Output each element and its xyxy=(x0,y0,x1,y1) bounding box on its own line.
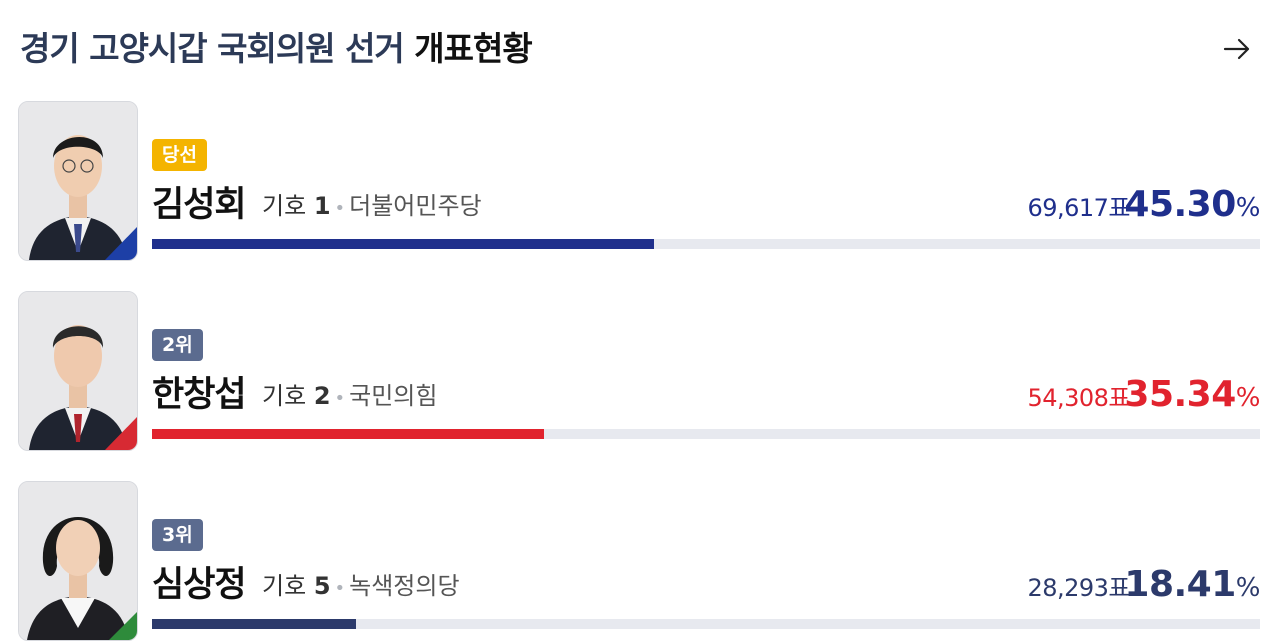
candidate-name: 김성회 xyxy=(152,185,247,225)
candidate-name: 한창섭 xyxy=(152,375,247,415)
rank-badge: 2위 xyxy=(152,329,203,361)
winner-badge: 당선 xyxy=(152,139,207,171)
candidate-row[interactable]: 당선 김성회 기호 1 • 더불어민주당 69,617표 45.30% xyxy=(18,101,1261,261)
candidate-meta: 기호 5 • 녹색정의당 xyxy=(262,572,460,600)
title-status: 개표현황 xyxy=(414,29,532,68)
candidate-photo xyxy=(18,101,138,261)
party-name: 더불어민주당 xyxy=(349,192,482,220)
vote-bar-track xyxy=(152,429,1260,439)
candidate-photo xyxy=(18,481,138,641)
vote-bar-fill xyxy=(152,239,654,249)
percent-value: 35.34 xyxy=(1124,374,1236,415)
candidate-name: 심상정 xyxy=(152,565,247,605)
vote-count: 54,308표 xyxy=(1027,384,1130,412)
title-region: 경기 고양시갑 국회의원 선거 xyxy=(20,29,415,68)
header: 경기 고양시갑 국회의원 선거 개표현황 xyxy=(20,24,1260,74)
percent-value: 45.30 xyxy=(1124,184,1236,225)
page-title: 경기 고양시갑 국회의원 선거 개표현황 xyxy=(20,24,1260,74)
vote-percent: 45.30% xyxy=(1124,181,1260,232)
candidate-photo xyxy=(18,291,138,451)
party-name: 국민의힘 xyxy=(349,382,438,410)
percent-unit: % xyxy=(1235,573,1261,603)
percent-unit: % xyxy=(1235,383,1261,413)
arrow-right-icon[interactable] xyxy=(1222,34,1252,64)
ballot-number: 1 xyxy=(313,192,331,220)
percent-unit: % xyxy=(1235,193,1261,223)
number-label: 기호 xyxy=(262,382,307,410)
candidate-row[interactable]: 3위 심상정 기호 5 • 녹색정의당 28,293표 18.41% xyxy=(18,481,1261,641)
vote-percent: 18.41% xyxy=(1124,561,1260,612)
vote-bar-fill xyxy=(152,429,544,439)
vote-percent: 35.34% xyxy=(1124,371,1260,422)
number-label: 기호 xyxy=(262,192,307,220)
ballot-number: 5 xyxy=(313,572,331,600)
vote-bar-track xyxy=(152,239,1260,249)
rank-badge: 3위 xyxy=(152,519,203,551)
candidate-meta: 기호 2 • 국민의힘 xyxy=(262,382,438,410)
vote-count: 28,293표 xyxy=(1027,574,1130,602)
candidate-meta: 기호 1 • 더불어민주당 xyxy=(262,192,482,220)
vote-count: 69,617표 xyxy=(1027,194,1130,222)
party-name: 녹색정의당 xyxy=(349,572,460,600)
number-label: 기호 xyxy=(262,572,307,600)
ballot-number: 2 xyxy=(313,382,331,410)
candidate-row[interactable]: 2위 한창섭 기호 2 • 국민의힘 54,308표 35.34% xyxy=(18,291,1261,451)
percent-value: 18.41 xyxy=(1124,564,1236,605)
